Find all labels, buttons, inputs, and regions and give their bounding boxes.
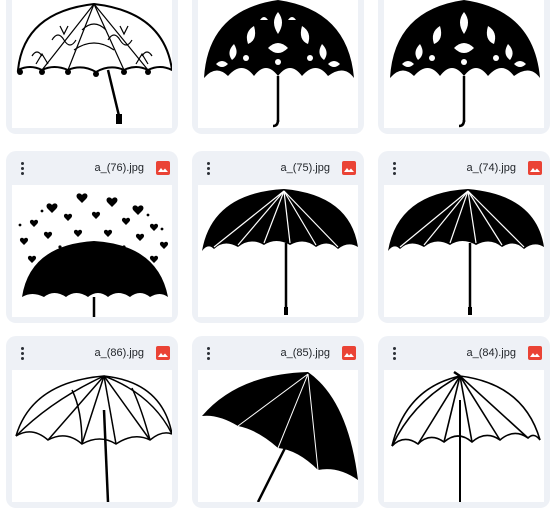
file-card[interactable]	[192, 0, 364, 134]
file-name[interactable]: a_(86).jpg	[94, 346, 144, 360]
file-name[interactable]: a_(76).jpg	[94, 161, 144, 175]
card-header: a_(76).jpg	[6, 151, 178, 185]
image-thumbnail[interactable]	[384, 0, 544, 128]
file-card[interactable]: a_(76).jpg	[6, 151, 178, 323]
hearts-umbrella-image	[18, 193, 169, 317]
image-file-icon	[156, 346, 170, 360]
sketch-umbrella-image	[391, 370, 541, 502]
black-umbrella-image	[388, 189, 544, 315]
file-card[interactable]: a_(74).jpg	[378, 151, 550, 323]
black-umbrella-image	[202, 189, 358, 315]
tilted-black-umbrella-image	[202, 372, 358, 502]
file-card[interactable]: a_(85).jpg	[192, 336, 364, 508]
file-name[interactable]: a_(75).jpg	[280, 161, 330, 175]
card-header: a_(74).jpg	[378, 151, 550, 185]
image-thumbnail[interactable]	[12, 370, 172, 502]
outline-umbrella-image	[15, 375, 172, 502]
file-name[interactable]: a_(74).jpg	[466, 161, 516, 175]
image-thumbnail[interactable]	[198, 370, 358, 502]
image-file-icon	[528, 346, 542, 360]
more-vert-icon[interactable]	[204, 161, 212, 177]
image-file-icon	[528, 161, 542, 175]
card-header: a_(85).jpg	[192, 336, 364, 370]
image-thumbnail[interactable]	[12, 0, 172, 128]
more-vert-icon[interactable]	[204, 346, 212, 362]
card-header: a_(75).jpg	[192, 151, 364, 185]
image-file-icon	[156, 161, 170, 175]
more-vert-icon[interactable]	[18, 161, 26, 177]
file-name[interactable]: a_(85).jpg	[280, 346, 330, 360]
image-file-icon	[342, 346, 356, 360]
more-vert-icon[interactable]	[18, 346, 26, 362]
image-file-icon	[342, 161, 356, 175]
file-card[interactable]: a_(86).jpg	[6, 336, 178, 508]
file-card[interactable]	[6, 0, 178, 134]
image-thumbnail[interactable]	[198, 185, 358, 317]
more-vert-icon[interactable]	[390, 346, 398, 362]
card-header: a_(86).jpg	[6, 336, 178, 370]
damask-umbrella-image	[204, 0, 354, 128]
image-thumbnail[interactable]	[384, 185, 544, 317]
image-thumbnail[interactable]	[384, 370, 544, 502]
file-card[interactable]: a_(84).jpg	[378, 336, 550, 508]
damask-umbrella-image	[390, 0, 540, 128]
ornate-umbrella-image	[16, 2, 172, 124]
file-name[interactable]: a_(84).jpg	[466, 346, 516, 360]
card-header: a_(84).jpg	[378, 336, 550, 370]
image-thumbnail[interactable]	[198, 0, 358, 128]
more-vert-icon[interactable]	[390, 161, 398, 177]
file-card[interactable]: a_(75).jpg	[192, 151, 364, 323]
file-card[interactable]	[378, 0, 550, 134]
image-thumbnail[interactable]	[12, 185, 172, 317]
